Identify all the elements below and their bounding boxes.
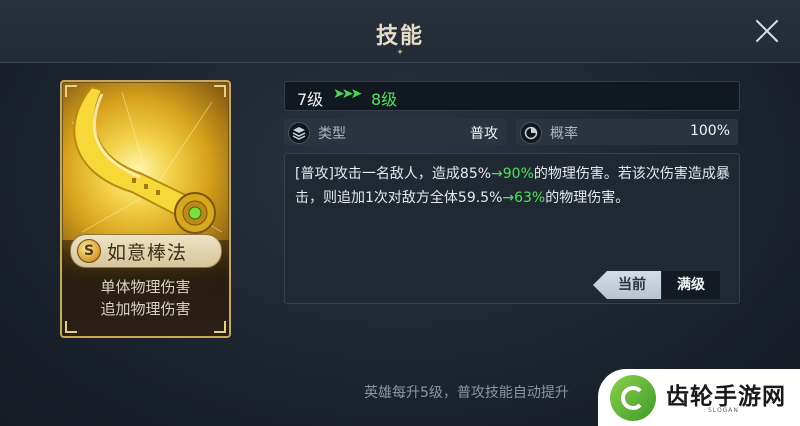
page-title: 技能 [375, 24, 424, 49]
tab-current[interactable]: 当前 [593, 271, 661, 299]
rate-label: 概率 [550, 126, 578, 142]
desc-upgrade-value: →63% [502, 190, 546, 206]
info-rate-row: 概率 100% [516, 119, 738, 145]
level-bar: 7级 ➤➤➤ 8级 [284, 81, 740, 111]
skill-tag: 单体物理伤害 [100, 278, 191, 296]
rate-value: 100% [689, 123, 730, 139]
skill-description: [普攻]攻击一名敌人，造成85%→90%的物理伤害。若该次伤害造成暴击，则追加1… [295, 162, 735, 210]
info-type-row: 类型 普攻 [284, 119, 506, 145]
skill-name: 如意棒法 [107, 242, 188, 264]
next-level: 8级 [371, 90, 398, 109]
header-bar: 技能 ✦ [0, 0, 800, 63]
desc-text: [普攻]攻击一名敌人，造成85% [295, 166, 492, 182]
title-ornament: ✦ [396, 48, 404, 58]
skill-card: S 如意棒法 单体物理伤害 追加物理伤害 [60, 80, 231, 338]
tab-current-label: 当前 [618, 277, 646, 293]
current-level: 7级 [297, 90, 324, 109]
skill-tag: 追加物理伤害 [100, 300, 191, 318]
watermark-slogan: SLOGAN [708, 407, 739, 414]
card-corner [65, 321, 77, 333]
watermark-name: 齿轮手游网 [666, 384, 786, 410]
type-value: 普攻 [470, 126, 498, 142]
card-corner [65, 85, 77, 97]
desc-text: 的物理伤害。 [545, 190, 630, 206]
grade-badge: S [77, 239, 101, 263]
skill-name-plate: S 如意棒法 [70, 234, 222, 268]
watermark: 齿轮手游网 SLOGAN [598, 369, 800, 426]
type-label: 类型 [318, 126, 346, 142]
card-corner [214, 321, 226, 333]
watermark-logo-icon [610, 375, 656, 421]
card-corner [214, 85, 226, 97]
close-icon[interactable] [752, 16, 782, 46]
tab-max-level[interactable]: 满级 [662, 271, 720, 299]
footer-note: 英雄每升5级，普攻技能自动提升 [364, 385, 569, 401]
layers-icon [288, 122, 310, 144]
desc-upgrade-value: →90% [491, 166, 534, 182]
probability-icon [520, 122, 542, 144]
level-arrows-icon: ➤➤➤ [333, 86, 362, 102]
